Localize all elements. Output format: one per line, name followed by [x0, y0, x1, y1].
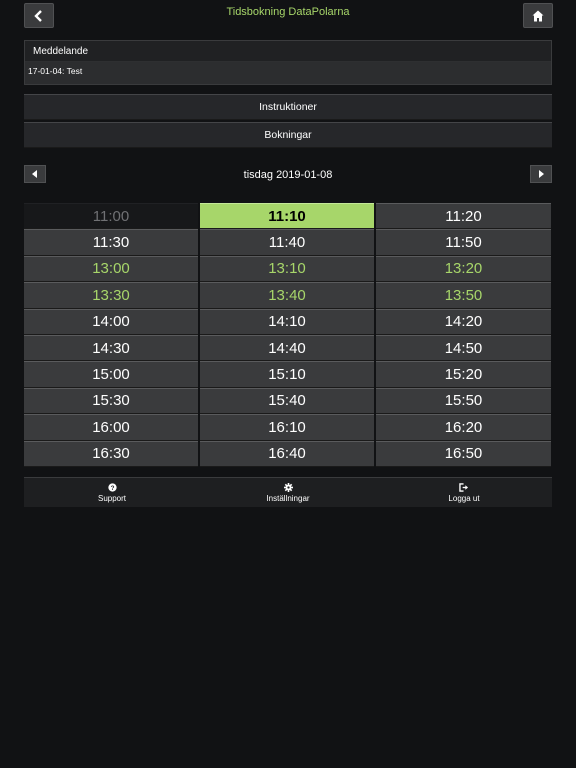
top-bar: Tidsbokning DataPolarna [0, 0, 576, 32]
time-slot-1100: 11:00 [24, 203, 198, 230]
app-title: Tidsbokning DataPolarna [226, 6, 350, 18]
logout-button[interactable]: Logga ut [376, 478, 552, 507]
time-slot-1340[interactable]: 13:40 [200, 282, 374, 309]
home-icon [532, 10, 544, 21]
time-slot-1300[interactable]: 13:00 [24, 255, 198, 283]
time-slot-1310[interactable]: 13:10 [200, 255, 374, 283]
next-day-button[interactable] [530, 165, 552, 183]
time-slot-1620[interactable]: 16:20 [376, 414, 551, 441]
bottom-nav: ? Support Inställningar Logga ut [24, 477, 552, 507]
time-slot-1440[interactable]: 14:40 [200, 334, 374, 362]
time-slot-1140[interactable]: 11:40 [200, 229, 374, 256]
logout-label: Logga ut [448, 493, 480, 503]
message-text: 17-01-04: Test [25, 62, 551, 84]
time-slot-1540[interactable]: 15:40 [200, 387, 374, 415]
time-slot-1600[interactable]: 16:00 [24, 414, 198, 441]
time-slot-1130[interactable]: 11:30 [24, 229, 198, 256]
time-slot-1150[interactable]: 11:50 [376, 229, 551, 256]
instructions-button[interactable]: Instruktioner [24, 94, 552, 120]
settings-label: Inställningar [266, 493, 310, 503]
home-button[interactable] [523, 3, 553, 28]
time-slot-1400[interactable]: 14:00 [24, 308, 198, 335]
time-slot-1420[interactable]: 14:20 [376, 308, 551, 335]
message-panel: Meddelande 17-01-04: Test [24, 40, 552, 85]
time-slot-1520[interactable]: 15:20 [376, 361, 551, 388]
message-panel-title: Meddelande [25, 41, 551, 62]
gear-icon [283, 482, 293, 492]
time-slot-1510[interactable]: 15:10 [200, 361, 374, 388]
time-slot-1650[interactable]: 16:50 [376, 440, 551, 467]
time-slot-1320[interactable]: 13:20 [376, 255, 551, 283]
time-slot-grid: 11:00 11:10 11:20 11:30 11:40 11:50 13:00 13:10… [24, 203, 552, 467]
time-slot-1350[interactable]: 13:50 [376, 282, 551, 309]
svg-text:?: ? [110, 484, 114, 491]
time-slot-1630[interactable]: 16:30 [24, 440, 198, 467]
time-slot-1110[interactable]: 11:10 [200, 203, 374, 230]
question-circle-icon: ? [107, 482, 117, 491]
current-date: tisdag 2019-01-08 [243, 169, 333, 181]
time-slot-1550[interactable]: 15:50 [376, 387, 551, 415]
time-slot-1430[interactable]: 14:30 [24, 334, 198, 362]
sign-out-icon [459, 482, 469, 492]
time-slot-1610[interactable]: 16:10 [200, 414, 374, 441]
time-slot-1530[interactable]: 15:30 [24, 387, 198, 415]
support-button[interactable]: ? Support [24, 478, 200, 507]
chevron-right-icon [539, 170, 544, 178]
time-slot-1450[interactable]: 14:50 [376, 334, 551, 362]
support-label: Support [97, 493, 127, 503]
time-slot-1330[interactable]: 13:30 [24, 282, 198, 309]
time-slot-1410[interactable]: 14:10 [200, 308, 374, 335]
bookings-button[interactable]: Bokningar [24, 122, 552, 148]
time-slot-1640[interactable]: 16:40 [200, 440, 374, 467]
settings-button[interactable]: Inställningar [200, 478, 376, 507]
time-slot-1120[interactable]: 11:20 [376, 203, 551, 230]
time-slot-1500[interactable]: 15:00 [24, 361, 198, 388]
